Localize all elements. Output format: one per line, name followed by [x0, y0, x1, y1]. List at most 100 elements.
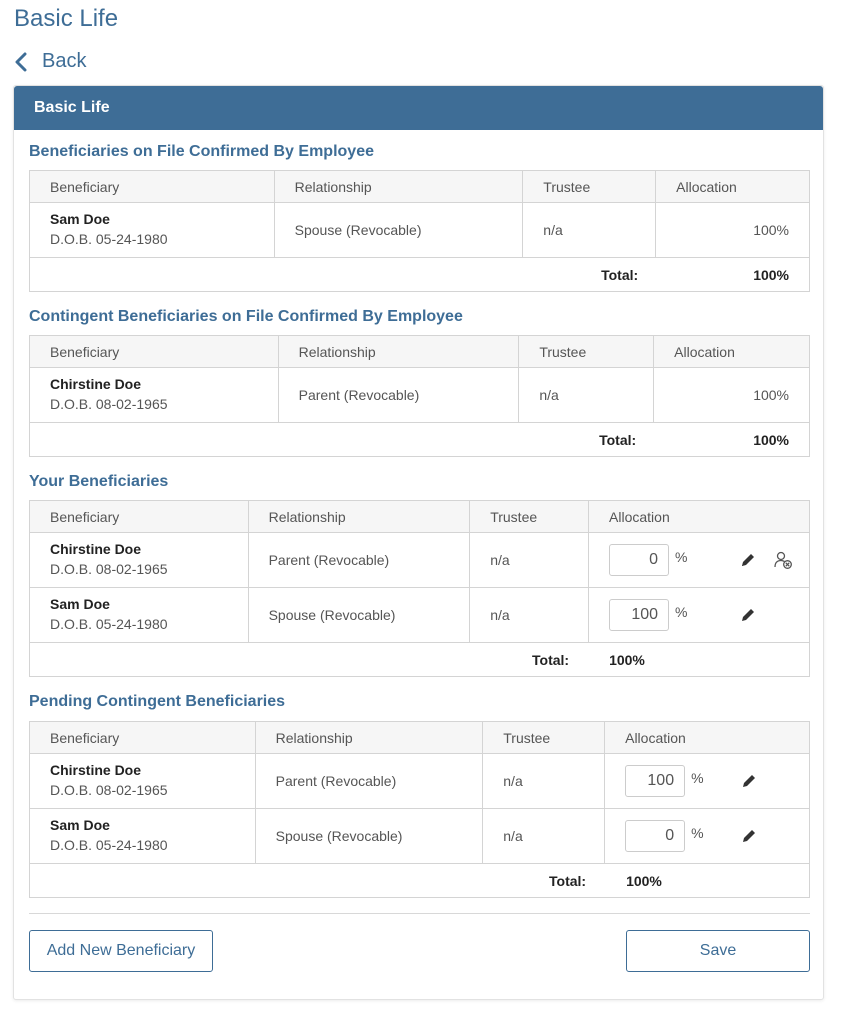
table-header-row: Beneficiary Relationship Trustee Allocat…	[29, 335, 810, 368]
beneficiary-name: Sam Doe	[50, 596, 110, 612]
col-trustee: Trustee	[518, 335, 655, 368]
total-cell: Total: 100%	[29, 863, 810, 898]
col-relationship: Relationship	[247, 500, 471, 533]
percent-sign: %	[675, 549, 688, 565]
page-title: Basic Life	[14, 5, 119, 32]
trustee-cell: n/a	[469, 587, 590, 643]
allocation-cell: 100%	[655, 202, 810, 258]
beneficiary-cell: Sam Doe D.O.B. 05-24-1980	[29, 202, 275, 258]
table-row: Sam Doe D.O.B. 05-24-1980 Spouse (Revoca…	[29, 587, 810, 643]
total-value: 100%	[753, 266, 789, 283]
col-relationship: Relationship	[254, 721, 484, 754]
col-trustee: Trustee	[482, 721, 606, 754]
total-cell: Total: 100%	[29, 257, 810, 292]
section-title-your-beneficiaries: Your Beneficiaries	[29, 473, 169, 490]
relationship-cell: Spouse (Revocable)	[254, 808, 484, 864]
relationship-cell: Parent (Revocable)	[254, 753, 484, 809]
trustee-cell: n/a	[522, 202, 657, 258]
total-cell: Total: 100%	[29, 422, 810, 457]
total-label: Total:	[599, 431, 637, 448]
confirmed-primary-table: Beneficiary Relationship Trustee Allocat…	[29, 170, 810, 292]
allocation-cell: 100%	[653, 367, 810, 423]
total-value: 100%	[626, 872, 662, 889]
section-title-confirmed-primary: Beneficiaries on File Confirmed By Emplo…	[29, 143, 374, 160]
allocation-cell: %	[588, 532, 810, 588]
back-link[interactable]: Back	[14, 50, 86, 73]
total-row: Total: 100%	[29, 422, 810, 457]
total-row: Total: 100%	[29, 257, 810, 292]
trustee-cell: n/a	[518, 367, 655, 423]
allocation-cell: %	[604, 753, 810, 809]
total-row: Total: 100%	[29, 863, 810, 898]
allocation-input[interactable]	[625, 765, 686, 797]
percent-sign: %	[691, 770, 704, 786]
chevron-left-icon	[15, 52, 27, 71]
table-header-row: Beneficiary Relationship Trustee Allocat…	[29, 170, 810, 203]
allocation-cell: %	[604, 808, 810, 864]
divider	[29, 913, 810, 914]
col-allocation: Allocation	[604, 721, 810, 754]
relationship-cell: Spouse (Revocable)	[247, 587, 471, 643]
relationship-cell: Spouse (Revocable)	[273, 202, 524, 258]
beneficiary-dob: D.O.B. 08-02-1965	[50, 561, 168, 577]
beneficiary-name: Chirstine Doe	[50, 541, 142, 557]
beneficiary-name: Sam Doe	[50, 211, 110, 227]
beneficiary-dob: D.O.B. 05-24-1980	[50, 616, 168, 632]
beneficiary-cell: Chirstine Doe D.O.B. 08-02-1965	[29, 367, 279, 423]
allocation-input[interactable]	[625, 820, 686, 852]
col-trustee: Trustee	[522, 170, 657, 203]
pencil-icon[interactable]	[740, 772, 758, 790]
col-relationship: Relationship	[273, 170, 524, 203]
beneficiary-name: Sam Doe	[50, 817, 110, 833]
confirmed-contingent-table: Beneficiary Relationship Trustee Allocat…	[29, 335, 810, 457]
table-header-row: Beneficiary Relationship Trustee Allocat…	[29, 500, 810, 533]
trustee-cell: n/a	[482, 808, 606, 864]
beneficiary-name: Chirstine Doe	[50, 762, 142, 778]
col-beneficiary: Beneficiary	[29, 170, 275, 203]
card-header: Basic Life	[14, 86, 823, 130]
section-title-confirmed-contingent: Contingent Beneficiaries on File Confirm…	[29, 308, 463, 325]
remove-user-icon[interactable]	[773, 550, 793, 570]
col-allocation: Allocation	[655, 170, 810, 203]
table-row: Sam Doe D.O.B. 05-24-1980 Spouse (Revoca…	[29, 202, 810, 258]
beneficiary-name: Chirstine Doe	[50, 376, 142, 392]
col-beneficiary: Beneficiary	[29, 721, 256, 754]
beneficiary-cell: Sam Doe D.O.B. 05-24-1980	[29, 808, 256, 864]
relationship-cell: Parent (Revocable)	[277, 367, 520, 423]
beneficiary-cell: Chirstine Doe D.O.B. 08-02-1965	[29, 753, 256, 809]
table-header-row: Beneficiary Relationship Trustee Allocat…	[29, 721, 810, 754]
table-row: Sam Doe D.O.B. 05-24-1980 Spouse (Revoca…	[29, 808, 810, 864]
pending-contingent-table: Beneficiary Relationship Trustee Allocat…	[29, 721, 810, 898]
allocation-cell: %	[588, 587, 810, 643]
percent-sign: %	[691, 825, 704, 841]
total-label: Total:	[532, 651, 570, 668]
relationship-cell: Parent (Revocable)	[247, 532, 471, 588]
total-value: 100%	[753, 431, 789, 448]
table-row: Chirstine Doe D.O.B. 08-02-1965 Parent (…	[29, 367, 810, 423]
col-beneficiary: Beneficiary	[29, 500, 249, 533]
pencil-icon[interactable]	[740, 827, 758, 845]
section-title-pending-contingent: Pending Contingent Beneficiaries	[29, 693, 286, 710]
total-label: Total:	[549, 872, 587, 889]
table-row: Chirstine Doe D.O.B. 08-02-1965 Parent (…	[29, 753, 810, 809]
allocation-input[interactable]	[609, 599, 670, 631]
pencil-icon[interactable]	[739, 606, 757, 624]
beneficiary-cell: Chirstine Doe D.O.B. 08-02-1965	[29, 532, 249, 588]
col-allocation: Allocation	[653, 335, 810, 368]
col-relationship: Relationship	[277, 335, 520, 368]
beneficiary-dob: D.O.B. 05-24-1980	[50, 837, 168, 853]
beneficiary-dob: D.O.B. 08-02-1965	[50, 396, 168, 412]
total-label: Total:	[601, 266, 639, 283]
add-new-beneficiary-button[interactable]: Add New Beneficiary	[29, 930, 213, 972]
allocation-input[interactable]	[609, 544, 670, 576]
back-label: Back	[42, 50, 87, 72]
basic-life-card: Basic Life Beneficiaries on File Confirm…	[13, 85, 824, 1000]
total-cell: Total: 100%	[29, 642, 810, 677]
pencil-icon[interactable]	[739, 551, 757, 569]
col-allocation: Allocation	[588, 500, 810, 533]
percent-sign: %	[675, 604, 688, 620]
beneficiary-dob: D.O.B. 08-02-1965	[50, 782, 168, 798]
save-button[interactable]: Save	[626, 930, 810, 972]
trustee-cell: n/a	[469, 532, 590, 588]
col-trustee: Trustee	[469, 500, 590, 533]
